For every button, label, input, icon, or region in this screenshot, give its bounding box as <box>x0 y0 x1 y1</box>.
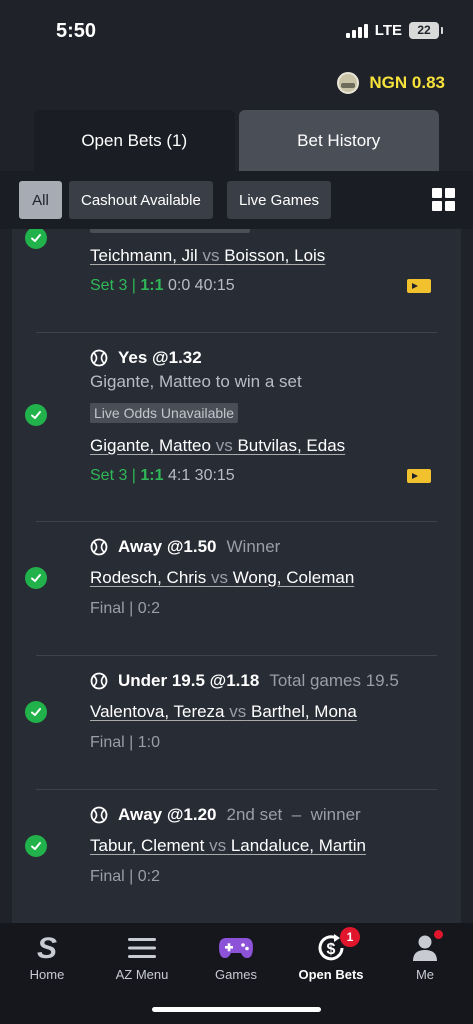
balance-display[interactable]: NGN 0.83 <box>337 72 445 94</box>
bet-list-card: Teichmann, Jil vs Boisson, Lois Set 3 | … <box>12 229 461 923</box>
final-score: Final | 0:2 <box>90 600 160 617</box>
match-link[interactable]: Tabur, Clement vs Landaluce, Martin <box>90 836 366 856</box>
match-link[interactable]: Valentova, Tereza vs Barthel, Mona <box>90 702 357 722</box>
bet-market: Total games 19.5 <box>269 671 399 690</box>
bet-pick: Yes @1.32 <box>118 348 202 367</box>
match-link[interactable]: Rodesch, Chris vs Wong, Coleman <box>90 568 354 588</box>
tab-open-bets[interactable]: Open Bets (1) <box>34 110 235 171</box>
home-indicator[interactable] <box>152 1007 321 1012</box>
balance-amount: NGN 0.83 <box>369 73 445 92</box>
bet-market: Winner <box>226 537 281 556</box>
check-icon <box>25 567 47 589</box>
live-score: Set 3 | 1:1 4:1 30:15 <box>90 467 235 484</box>
bet-description: Gigante, Matteo to win a set <box>90 372 302 391</box>
status-time: 5:50 <box>56 20 97 42</box>
check-icon <box>25 701 47 723</box>
check-icon <box>25 404 47 426</box>
nav-az-menu[interactable]: AZ Menu <box>95 923 189 993</box>
menu-icon <box>127 933 157 963</box>
battery-icon: 22 <box>409 22 443 39</box>
user-icon <box>411 930 443 963</box>
signal-icon <box>345 23 368 38</box>
bet-item[interactable]: Away @1.20 2nd set – winner Tabur, Cleme… <box>12 790 461 923</box>
gamepad-icon <box>218 933 254 963</box>
final-score: Final | 0:2 <box>90 868 160 885</box>
home-icon: S <box>35 933 59 963</box>
filter-all[interactable]: All <box>19 181 62 219</box>
tennis-ball-icon <box>90 538 108 556</box>
badge-clipped <box>90 229 250 233</box>
notification-dot <box>434 930 443 939</box>
final-score: Final | 1:0 <box>90 734 160 751</box>
bet-item[interactable]: Yes @1.32 Gigante, Matteo to win a set L… <box>12 333 461 521</box>
open-bets-badge: 1 <box>340 927 360 947</box>
bet-header: Under 19.5 @1.18 Total games 19.5 <box>90 671 399 691</box>
match-link[interactable]: Gigante, Matteo vs Butvilas, Edas <box>90 436 345 456</box>
wallet-icon <box>337 72 360 94</box>
nav-games[interactable]: Games <box>189 923 283 993</box>
nav-home[interactable]: S Home <box>0 923 94 993</box>
bet-item[interactable]: Under 19.5 @1.18 Total games 19.5 Valent… <box>12 656 461 789</box>
live-odds-badge: Live Odds Unavailable <box>90 403 239 423</box>
bet-item[interactable]: Away @1.50 Winner Rodesch, Chris vs Wong… <box>12 522 461 655</box>
check-icon <box>25 229 47 249</box>
tennis-ball-icon <box>90 349 108 367</box>
svg-text:S: S <box>37 933 57 963</box>
bet-header: Away @1.50 Winner <box>90 537 280 557</box>
filter-cashout-available[interactable]: Cashout Available <box>69 181 213 219</box>
filter-live-games[interactable]: Live Games <box>227 181 332 219</box>
bet-header: Away @1.20 2nd set – winner <box>90 805 361 825</box>
open-bets-icon: $ 1 <box>316 927 360 963</box>
bet-header: Yes @1.32 <box>90 348 202 368</box>
nav-open-bets[interactable]: $ 1 Open Bets <box>284 923 378 993</box>
bet-list[interactable]: Teichmann, Jil vs Boisson, Lois Set 3 | … <box>0 229 473 923</box>
bet-pick: Under 19.5 @1.18 <box>118 671 260 690</box>
live-stream-icon[interactable] <box>407 279 431 293</box>
tennis-ball-icon <box>90 672 108 690</box>
check-icon <box>25 835 47 857</box>
nav-me[interactable]: Me <box>378 923 472 993</box>
tab-bet-history[interactable]: Bet History <box>238 110 439 171</box>
status-indicators: LTE 22 <box>345 22 443 39</box>
status-bar: 5:50 LTE 22 <box>0 0 473 60</box>
live-score: Set 3 | 1:1 0:0 40:15 <box>90 277 235 294</box>
network-label: LTE <box>374 22 402 39</box>
bet-tabs: Open Bets (1) Bet History <box>34 110 439 171</box>
bet-item[interactable]: Teichmann, Jil vs Boisson, Lois Set 3 | … <box>12 229 461 332</box>
bet-pick: Away @1.20 <box>118 805 217 824</box>
tennis-ball-icon <box>90 806 108 824</box>
grid-view-icon[interactable] <box>432 188 455 211</box>
match-link[interactable]: Teichmann, Jil vs Boisson, Lois <box>90 246 325 266</box>
bet-market: 2nd set – winner <box>226 805 361 824</box>
live-stream-icon[interactable] <box>407 469 431 483</box>
svg-text:$: $ <box>327 941 336 958</box>
filter-bar: All Cashout Available Live Games <box>0 171 473 229</box>
bet-pick: Away @1.50 <box>118 537 217 556</box>
